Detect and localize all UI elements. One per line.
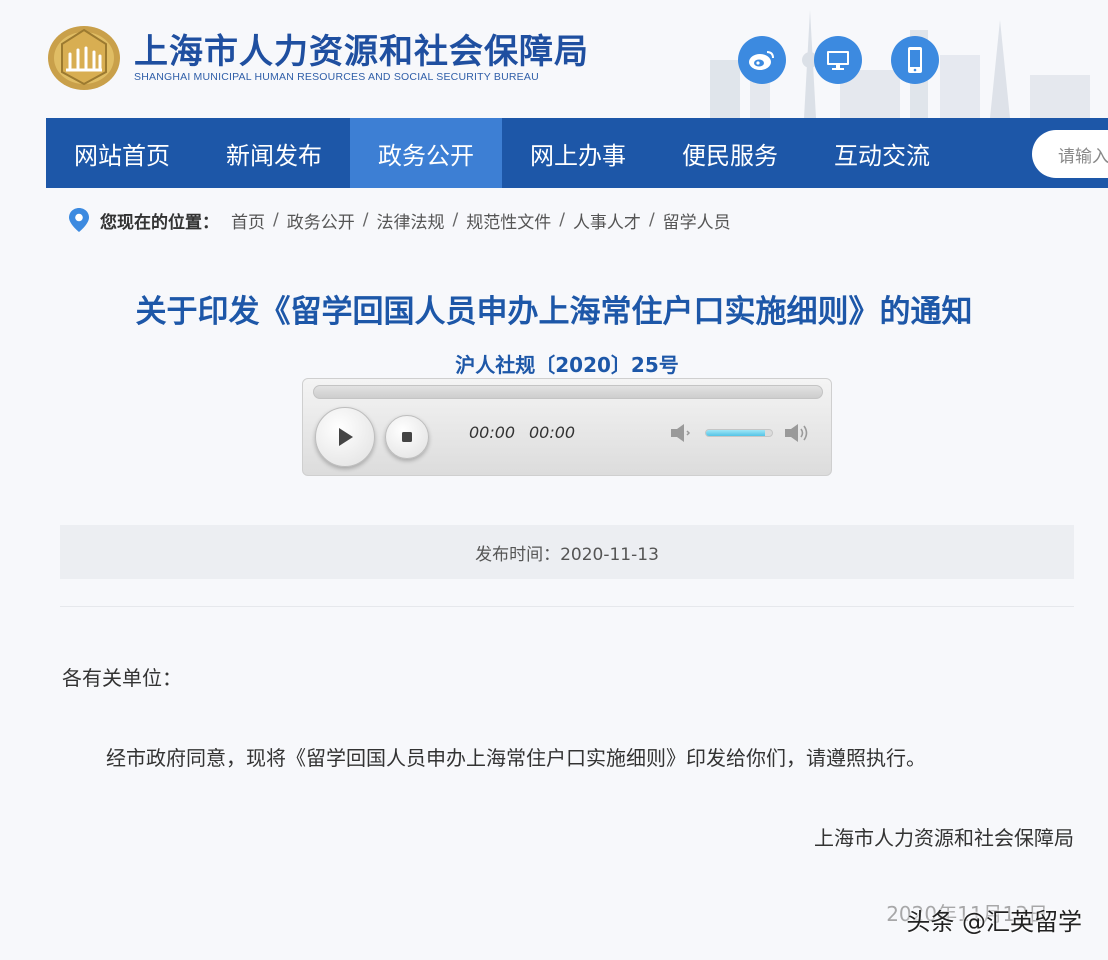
mobile-icon[interactable] xyxy=(891,36,939,84)
watermark: 头条 @汇英留学 xyxy=(906,908,1082,936)
play-icon xyxy=(339,428,353,446)
breadcrumb-separator: / xyxy=(559,210,565,230)
breadcrumb-gov-affairs[interactable]: 政务公开 xyxy=(287,208,355,233)
breadcrumb: 您现在的位置： 首页 / 政务公开 / 法律法规 / 规范性文件 / 人事人才 … xyxy=(68,206,731,234)
body-paragraph: 经市政府同意，现将《留学回国人员申办上海常住户口实施细则》印发给你们，请遵照执行… xyxy=(106,746,926,770)
volume-mute-icon[interactable] xyxy=(669,421,695,445)
publish-date: 发布时间：2020-11-13 xyxy=(475,544,659,565)
document-title: 关于印发《留学回国人员申办上海常住户口实施细则》的通知 xyxy=(135,294,973,330)
volume-level xyxy=(706,430,766,436)
salutation: 各有关单位： xyxy=(62,666,182,690)
breadcrumb-overseas-students[interactable]: 留学人员 xyxy=(663,208,731,233)
search-input[interactable]: 请输入 xyxy=(1032,130,1108,178)
weibo-icon[interactable] xyxy=(738,36,786,84)
stop-icon xyxy=(402,432,412,442)
current-time: 00:00 xyxy=(469,423,516,442)
breadcrumb-label: 您现在的位置： xyxy=(100,212,219,233)
document-number: 沪人社规〔2020〕25号 xyxy=(455,353,679,377)
site-subtitle: SHANGHAI MUNICIPAL HUMAN RESOURCES AND S… xyxy=(134,71,539,83)
signature: 上海市人力资源和社会保障局 xyxy=(814,826,1074,850)
divider xyxy=(60,606,1074,607)
breadcrumb-home[interactable]: 首页 xyxy=(231,208,265,233)
audio-progress-bar[interactable] xyxy=(313,385,823,399)
play-button[interactable] xyxy=(315,407,375,467)
breadcrumb-separator: / xyxy=(648,210,655,230)
nav-item-gov-affairs[interactable]: 政务公开 xyxy=(350,118,502,188)
nav-item-online-services[interactable]: 网上办事 xyxy=(502,118,654,188)
stop-button[interactable] xyxy=(385,415,429,459)
nav-item-interaction[interactable]: 互动交流 xyxy=(806,118,958,188)
nav-item-news[interactable]: 新闻发布 xyxy=(198,118,350,188)
audio-player: 00:00 00:00 xyxy=(302,378,832,476)
site-title[interactable]: 上海市人力资源和社会保障局 xyxy=(134,24,589,73)
volume-max-icon[interactable] xyxy=(783,421,811,445)
site-header: 上海市人力资源和社会保障局 SHANGHAI MUNICIPAL HUMAN R… xyxy=(0,0,1108,118)
breadcrumb-laws[interactable]: 法律法规 xyxy=(376,208,444,233)
duration-time: 00:00 xyxy=(529,423,576,442)
bureau-logo[interactable] xyxy=(46,20,122,92)
skyline-decoration xyxy=(710,10,1090,118)
nav-item-home[interactable]: 网站首页 xyxy=(46,118,198,188)
breadcrumb-separator: / xyxy=(452,210,459,230)
breadcrumb-separator: / xyxy=(362,210,369,230)
breadcrumb-personnel[interactable]: 人事人才 xyxy=(573,208,641,233)
desktop-icon[interactable] xyxy=(814,36,862,84)
main-nav: 网站首页 新闻发布 政务公开 网上办事 便民服务 互动交流 请输入 xyxy=(46,118,1108,188)
breadcrumb-normative-docs[interactable]: 规范性文件 xyxy=(466,208,551,233)
publish-date-bar: 发布时间：2020-11-13 xyxy=(60,525,1074,579)
breadcrumb-separator: / xyxy=(273,210,279,230)
volume-slider[interactable] xyxy=(705,429,773,437)
location-pin-icon xyxy=(69,208,89,232)
nav-item-public-services[interactable]: 便民服务 xyxy=(654,118,806,188)
